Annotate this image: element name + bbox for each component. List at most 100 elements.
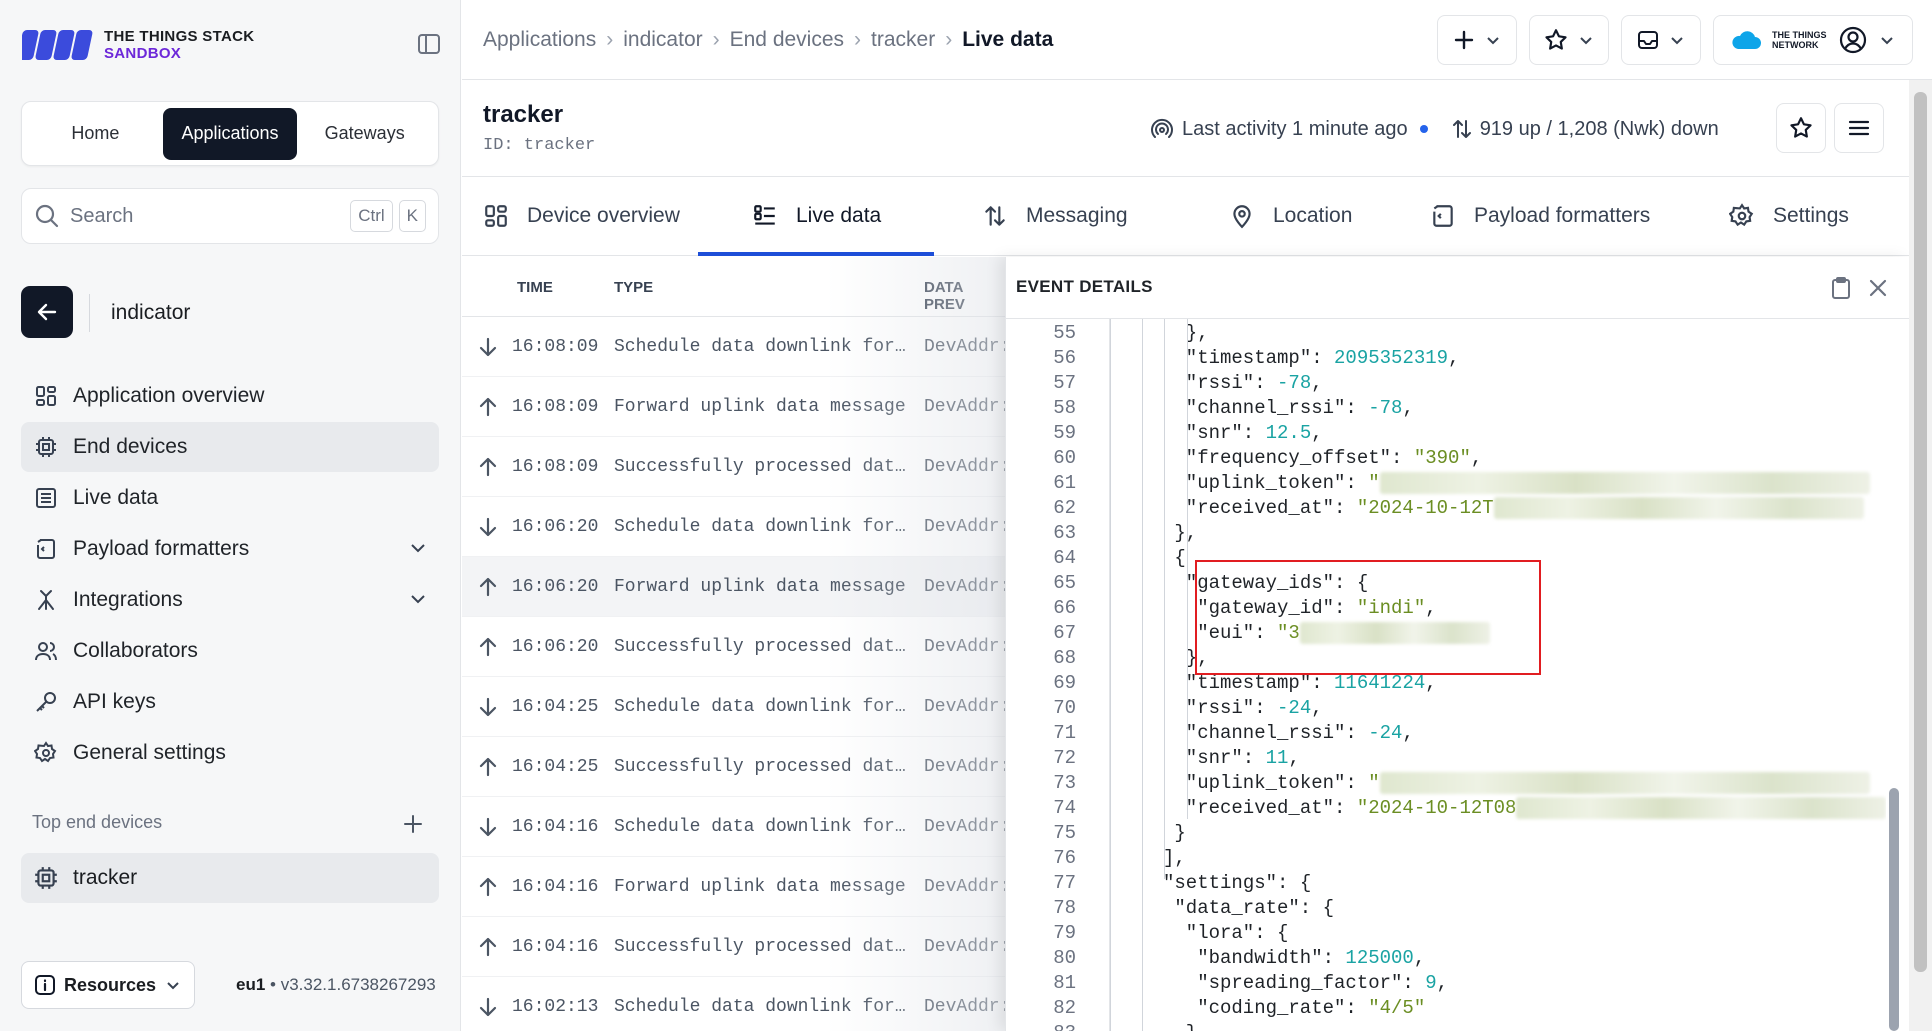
sidebar-item-label: Live data bbox=[73, 486, 159, 509]
arrow-up-icon bbox=[479, 577, 497, 597]
event-row[interactable]: 16:04:16 Forward uplink data message DevAd… bbox=[462, 857, 1006, 917]
code-line: "settings": { bbox=[1163, 872, 1312, 894]
bookmarks-menu-button[interactable] bbox=[1529, 15, 1609, 65]
event-row[interactable]: 16:02:13 Schedule data downlink for trans… bbox=[462, 977, 1006, 1031]
event-json-viewer[interactable]: 55}, 56 "timestamp": 2095352319, 57 "rssi": … bbox=[1006, 319, 1886, 1031]
event-row[interactable]: 16:08:09 Successfully processed data mess… bbox=[462, 437, 1006, 497]
divider bbox=[89, 294, 90, 332]
sidebar-item-live-data[interactable]: Live data bbox=[21, 473, 439, 523]
sidebar-item-integrations[interactable]: Integrations bbox=[21, 575, 439, 625]
event-row[interactable]: 16:08:09 Schedule data downlink for trans… bbox=[462, 317, 1006, 377]
switcher-home[interactable]: Home bbox=[28, 108, 163, 160]
bookmark-device-button[interactable] bbox=[1776, 103, 1826, 153]
notifications-menu-button[interactable] bbox=[1621, 15, 1701, 65]
search-input[interactable]: Search Ctrl K bbox=[21, 188, 439, 244]
search-placeholder: Search bbox=[70, 204, 134, 227]
code-line: "rssi": -24, bbox=[1185, 697, 1323, 719]
line-number: 59 bbox=[1053, 422, 1076, 444]
sidebar-item-end-devices[interactable]: End devices bbox=[21, 422, 439, 472]
event-row[interactable]: 16:06:20 Forward uplink data message DevAd… bbox=[462, 557, 1006, 617]
sidebar-item-payload-formatters[interactable]: Payload formatters bbox=[21, 524, 439, 574]
code-file-icon bbox=[1433, 205, 1453, 227]
line-number: 62 bbox=[1053, 497, 1076, 519]
plus-icon bbox=[1454, 30, 1474, 50]
clipboard-icon[interactable] bbox=[1828, 275, 1854, 301]
tab-location[interactable]: Location bbox=[1229, 177, 1352, 255]
event-preview: DevAddr: bbox=[924, 637, 1006, 657]
version-label: v3.32.1.6738267293 bbox=[280, 975, 436, 994]
code-line: "uplink_token": " bbox=[1186, 771, 1870, 796]
sidebar-item-collaborators[interactable]: Collaborators bbox=[21, 626, 439, 676]
tab-label: Location bbox=[1273, 204, 1353, 227]
line-number: 56 bbox=[1053, 347, 1076, 369]
brand-line2: SANDBOX bbox=[104, 45, 182, 62]
code-file-icon bbox=[33, 536, 59, 562]
event-time: 16:04:16 bbox=[512, 817, 599, 837]
key-icon bbox=[33, 689, 59, 715]
sidebar-item-api-keys[interactable]: API keys bbox=[21, 677, 439, 727]
event-row[interactable]: 16:04:16 Schedule data downlink for trans… bbox=[462, 797, 1006, 857]
event-row[interactable]: 16:04:25 Successfully processed data mess… bbox=[462, 737, 1006, 797]
breadcrumb-application[interactable]: indicator bbox=[623, 28, 702, 52]
line-number: 57 bbox=[1053, 372, 1076, 394]
breadcrumb-end-devices[interactable]: End devices bbox=[730, 28, 844, 52]
breadcrumb-device[interactable]: tracker bbox=[871, 28, 935, 52]
last-activity-text: Last activity 1 minute ago bbox=[1182, 117, 1408, 140]
line-number: 70 bbox=[1053, 697, 1076, 719]
events-table: TIME TYPE DATA PREV 16:08:09 Schedule dat… bbox=[462, 257, 1006, 1031]
sidebar-item-application-overview[interactable]: Application overview bbox=[21, 371, 439, 421]
device-menu-button[interactable] bbox=[1834, 103, 1884, 153]
traffic-counter: 919 up / 1,208 (Nwk) down bbox=[1479, 117, 1719, 140]
page-scrollbar[interactable] bbox=[1909, 80, 1932, 1031]
switcher-gateways[interactable]: Gateways bbox=[297, 108, 432, 160]
chevron-down-icon bbox=[1487, 37, 1499, 45]
application-name: indicator bbox=[111, 301, 191, 324]
chevron-down-icon[interactable] bbox=[407, 537, 429, 559]
line-number: 76 bbox=[1053, 847, 1076, 869]
tab-payload-formatters[interactable]: Payload formatters bbox=[1430, 177, 1650, 255]
add-menu-button[interactable] bbox=[1437, 15, 1517, 65]
arrow-up-icon bbox=[479, 637, 497, 657]
chevron-down-icon[interactable] bbox=[407, 588, 429, 610]
column-type: TYPE bbox=[614, 279, 654, 296]
back-button[interactable] bbox=[21, 286, 73, 338]
sidebar-item-label: End devices bbox=[73, 435, 188, 458]
plus-icon[interactable] bbox=[401, 812, 425, 836]
tab-device-overview[interactable]: Device overview bbox=[483, 177, 680, 255]
event-type: Schedule data downlink for transmission bbox=[614, 817, 914, 837]
event-preview: DevAddr: bbox=[924, 337, 1006, 357]
line-number: 67 bbox=[1053, 622, 1076, 644]
breadcrumb-applications[interactable]: Applications bbox=[483, 28, 596, 52]
event-row[interactable]: 16:04:16 Successfully processed data mess… bbox=[462, 917, 1006, 977]
tab-settings[interactable]: Settings bbox=[1729, 177, 1849, 255]
up-down-arrows-icon bbox=[1452, 120, 1471, 138]
top-device-tracker[interactable]: tracker bbox=[21, 853, 439, 903]
line-number: 72 bbox=[1053, 747, 1076, 769]
event-row[interactable]: 16:06:20 Schedule data downlink for trans… bbox=[462, 497, 1006, 557]
event-details-header: EVENT DETAILS bbox=[1006, 257, 1909, 319]
details-scrollbar-thumb[interactable] bbox=[1889, 788, 1899, 1031]
brand-logo[interactable]: THE THINGS STACK SANDBOX bbox=[22, 26, 254, 64]
sidebar-collapse-icon[interactable] bbox=[416, 31, 442, 57]
event-row[interactable]: 16:08:09 Forward uplink data message DevAd… bbox=[462, 377, 1006, 437]
event-row[interactable]: 16:04:25 Schedule data downlink for trans… bbox=[462, 677, 1006, 737]
switcher-applications[interactable]: Applications bbox=[162, 107, 298, 160]
indent-guide bbox=[1142, 319, 1143, 1031]
close-icon[interactable] bbox=[1865, 275, 1891, 301]
chip-icon bbox=[33, 434, 59, 460]
grid-icon bbox=[485, 205, 507, 227]
tab-live-data[interactable]: Live data bbox=[752, 177, 881, 255]
grid-icon bbox=[33, 383, 59, 409]
resources-button[interactable]: Resources bbox=[21, 961, 195, 1009]
code-line: "snr": 12.5, bbox=[1185, 422, 1323, 444]
tab-messaging[interactable]: Messaging bbox=[982, 177, 1128, 255]
events-table-header: TIME TYPE DATA PREV bbox=[462, 257, 1006, 317]
sidebar-item-label: Collaborators bbox=[73, 639, 198, 662]
user-menu-button[interactable]: THE THINGS NETWORK bbox=[1713, 15, 1913, 65]
line-number: 65 bbox=[1053, 572, 1076, 594]
page-scrollbar-thumb[interactable] bbox=[1914, 92, 1927, 972]
event-row[interactable]: 16:06:20 Successfully processed data mess… bbox=[462, 617, 1006, 677]
tab-label: Device overview bbox=[527, 204, 680, 227]
sidebar-item-general-settings[interactable]: General settings bbox=[21, 728, 439, 778]
line-number: 64 bbox=[1053, 547, 1076, 569]
